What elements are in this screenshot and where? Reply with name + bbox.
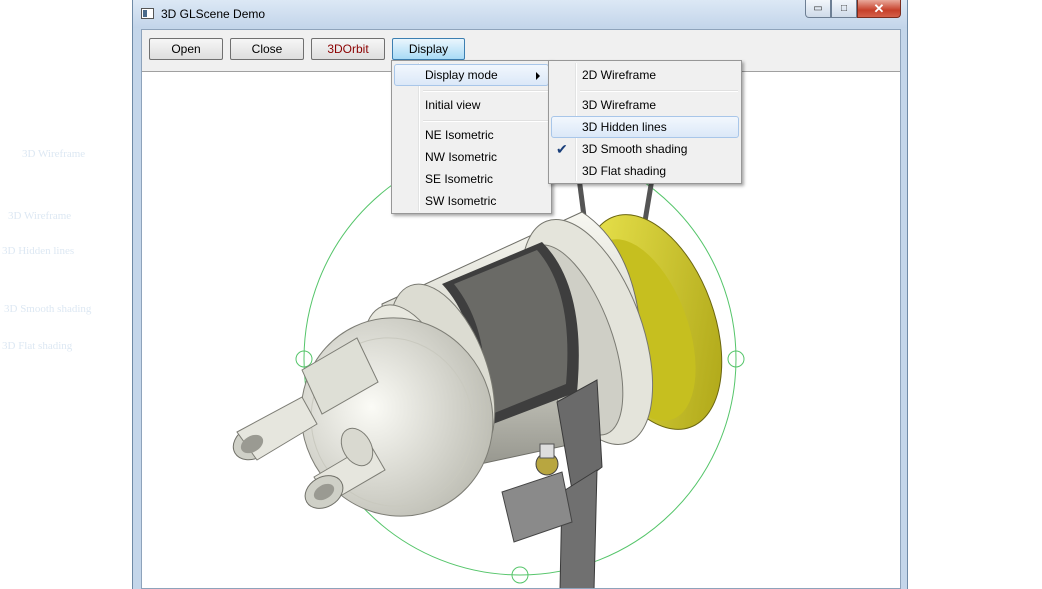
submenu-item-2d-wireframe[interactable]: 2D Wireframe: [551, 64, 739, 86]
window-controls: ▭ □ ✕: [805, 0, 901, 19]
minimize-button[interactable]: ▭: [805, 0, 831, 18]
menu-separator: [423, 120, 548, 122]
menu-item-initial-view[interactable]: Initial view: [394, 94, 549, 116]
ghost-artifact: 3D Smooth shading: [4, 303, 92, 315]
checkmark-icon: ✔: [556, 141, 568, 157]
close-button[interactable]: Close: [230, 38, 304, 60]
menu-separator: [423, 90, 548, 92]
menu-item-se-isometric[interactable]: SE Isometric: [394, 168, 549, 190]
display-mode-button[interactable]: Display Mode: [392, 38, 465, 77]
app-icon[interactable]: [141, 8, 154, 19]
maximize-icon: □: [840, 3, 848, 14]
submenu-arrow-icon: [536, 72, 540, 80]
menu-item-sw-isometric[interactable]: SW Isometric: [394, 190, 549, 212]
close-window-button[interactable]: ✕: [857, 0, 901, 18]
open-button[interactable]: Open: [149, 38, 223, 60]
window-title: 3D GLScene Demo: [161, 7, 266, 21]
submenu-item-3d-flat-shading[interactable]: 3D Flat shading: [551, 160, 739, 182]
ghost-artifact: 3D Hidden lines: [2, 245, 75, 257]
menu-separator: [580, 90, 738, 92]
ghost-artifact: 3D Wireframe: [8, 210, 72, 222]
menu-item-label: SE Isometric: [425, 172, 494, 186]
menu-item-label: Display mode: [425, 68, 498, 82]
submenu-item-label: 2D Wireframe: [582, 68, 657, 82]
menu-item-label: SW Isometric: [425, 194, 497, 208]
submenu-item-3d-hidden-lines[interactable]: 3D Hidden lines: [551, 116, 739, 138]
submenu-item-3d-smooth-shading[interactable]: ✔ 3D Smooth shading: [551, 138, 739, 160]
submenu-item-label: 3D Hidden lines: [582, 120, 667, 134]
display-mode-submenu: 2D Wireframe 3D Wireframe 3D Hidden line…: [548, 60, 742, 184]
menu-item-label: NE Isometric: [425, 128, 494, 142]
maximize-button[interactable]: □: [831, 0, 857, 18]
menu-item-ne-isometric[interactable]: NE Isometric: [394, 124, 549, 146]
orbit-button[interactable]: 3DOrbit: [311, 38, 385, 60]
submenu-item-label: 3D Smooth shading: [582, 142, 688, 156]
menu-item-label: NW Isometric: [425, 150, 497, 164]
title-bar[interactable]: 3D GLScene Demo ▭ □ ✕: [133, 0, 907, 28]
close-icon: ✕: [873, 0, 885, 16]
ghost-artifact: 3D Flat shading: [2, 340, 73, 352]
menu-item-label: Initial view: [425, 98, 481, 112]
ghost-artifact: 3D Wireframe: [22, 148, 86, 160]
menu-item-nw-isometric[interactable]: NW Isometric: [394, 146, 549, 168]
display-mode-menu: Display mode Initial view NE Isometric N…: [391, 60, 552, 214]
submenu-item-label: 3D Wireframe: [582, 98, 657, 112]
menu-item-display-mode[interactable]: Display mode: [394, 64, 549, 86]
minimize-icon: ▭: [813, 3, 823, 14]
submenu-item-label: 3D Flat shading: [582, 164, 667, 178]
submenu-item-3d-wireframe[interactable]: 3D Wireframe: [551, 94, 739, 116]
